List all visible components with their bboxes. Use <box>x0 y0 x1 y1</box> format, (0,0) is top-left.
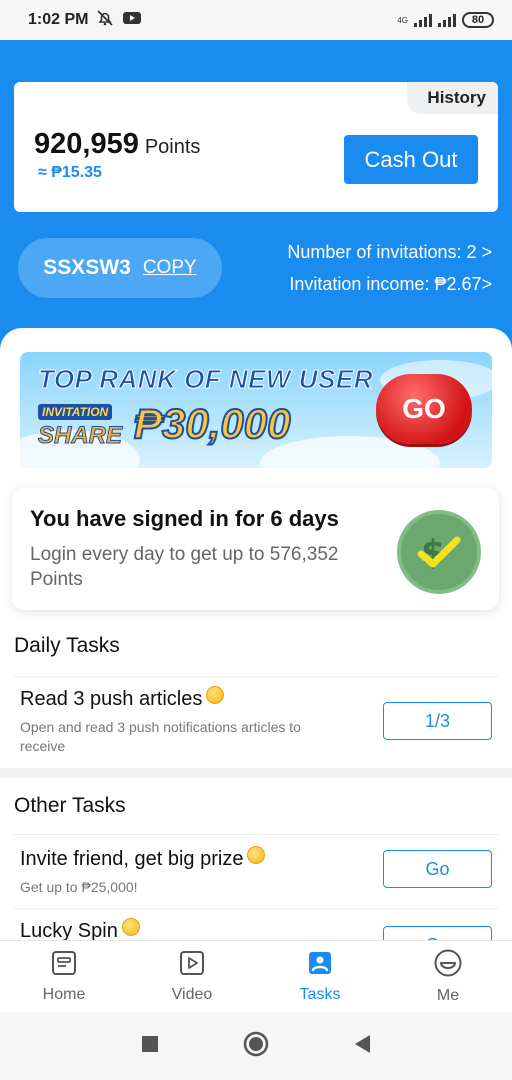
coin-icon <box>121 917 140 936</box>
history-button[interactable]: History <box>407 82 498 114</box>
points-value: 920,959 <box>34 128 139 160</box>
home-icon <box>50 949 78 982</box>
nav-home-label: Home <box>42 986 86 1003</box>
signin-card[interactable]: You have signed in for 6 days Login ever… <box>12 488 499 610</box>
signal-1-icon <box>414 13 432 27</box>
nav-tasks-label: Tasks <box>299 986 341 1003</box>
invite-code-pill: SSXSW3 COPY <box>18 238 222 298</box>
battery-icon: 80 <box>462 12 494 28</box>
banner-go-button[interactable]: GO <box>376 374 472 444</box>
other-tasks-title: Other Tasks <box>14 794 126 817</box>
nav-video[interactable]: Video <box>128 941 256 1012</box>
nav-tasks[interactable]: Tasks <box>256 941 384 1012</box>
cash-out-button[interactable]: Cash Out <box>344 135 478 184</box>
tasks-content: TOP RANK OF NEW USER INVITATION SHARE ₱3… <box>0 328 512 940</box>
video-icon <box>178 949 206 982</box>
invite-code: SSXSW3 <box>43 256 131 279</box>
wallet-header: History 920,959 Points ≈ ₱15.35 Cash Out… <box>0 40 512 340</box>
daily-tasks-title: Daily Tasks <box>14 634 120 657</box>
task-description: Open and read 3 push notifications artic… <box>20 719 301 754</box>
home-button-icon[interactable] <box>243 1031 269 1062</box>
banner-tag-invitation: INVITATION <box>38 404 113 420</box>
promo-banner[interactable]: TOP RANK OF NEW USER INVITATION SHARE ₱3… <box>20 352 492 468</box>
status-bar: 1:02 PM 4G 80 <box>0 0 512 40</box>
tasks-icon <box>306 949 334 982</box>
task-name-text: Read 3 push articles <box>20 688 203 710</box>
points-balance: 920,959 Points <box>34 128 200 161</box>
section-separator <box>0 768 512 778</box>
back-icon[interactable] <box>353 1034 371 1059</box>
signin-description: Login every day to get up to 576,352 Poi… <box>30 544 339 590</box>
banner-tag-share: SHARE <box>37 422 123 450</box>
nav-home[interactable]: Home <box>0 941 128 1012</box>
task-read-articles: Read 3 push articles Open and read 3 pus… <box>0 676 512 756</box>
invite-stats: Number of invitations: 2 > Invitation in… <box>287 236 492 300</box>
task-name: Read 3 push articles <box>20 685 225 711</box>
bottom-nav: Home Video Tasks Me <box>0 940 512 1012</box>
nav-video-label: Video <box>171 986 213 1003</box>
me-icon <box>433 948 463 983</box>
peso-equivalent: ≈ ₱15.35 <box>38 164 102 181</box>
task-name-text: Lucky Spin <box>20 920 118 940</box>
task-lucky-spin: Lucky Spin Go <box>0 908 512 940</box>
task-description: Get up to ₱25,000! <box>20 879 138 895</box>
coin-icon <box>206 685 225 704</box>
system-nav-bar <box>0 1012 512 1080</box>
coin-icon <box>247 845 266 864</box>
mute-bell-icon <box>96 9 114 32</box>
status-indicators: 4G 80 <box>397 12 494 28</box>
invite-go-button[interactable]: Go <box>383 850 492 888</box>
points-card: History 920,959 Points ≈ ₱15.35 Cash Out <box>14 82 498 212</box>
signin-title: You have signed in for 6 days <box>30 506 339 531</box>
nav-me[interactable]: Me <box>384 941 512 1012</box>
signal-2-icon <box>438 13 456 27</box>
copy-code-link[interactable]: COPY <box>143 257 197 279</box>
invitations-count-link[interactable]: Number of invitations: 2 > <box>287 236 492 268</box>
network-label: 4G <box>397 15 408 25</box>
task-name-text: Invite friend, get big prize <box>20 848 244 870</box>
nav-me-label: Me <box>436 987 460 1004</box>
status-time: 1:02 PM <box>28 11 89 28</box>
banner-amount: ₱30,000 <box>133 399 291 448</box>
task-invite-friend: Invite friend, get big prize Get up to ₱… <box>0 834 512 910</box>
youtube-icon <box>122 10 142 31</box>
points-unit: Points <box>144 136 201 158</box>
lucky-spin-go-button[interactable]: Go <box>383 926 492 940</box>
banner-title: TOP RANK OF NEW USER <box>37 364 374 395</box>
task-progress-button[interactable]: 1/3 <box>383 702 492 740</box>
task-name: Invite friend, get big prize <box>20 845 266 871</box>
recent-apps-icon[interactable] <box>141 1035 159 1058</box>
checked-coin-icon: $ <box>397 510 481 594</box>
task-name: Lucky Spin <box>20 917 140 940</box>
invitation-income-link[interactable]: Invitation income: ₱2.67> <box>287 268 492 300</box>
